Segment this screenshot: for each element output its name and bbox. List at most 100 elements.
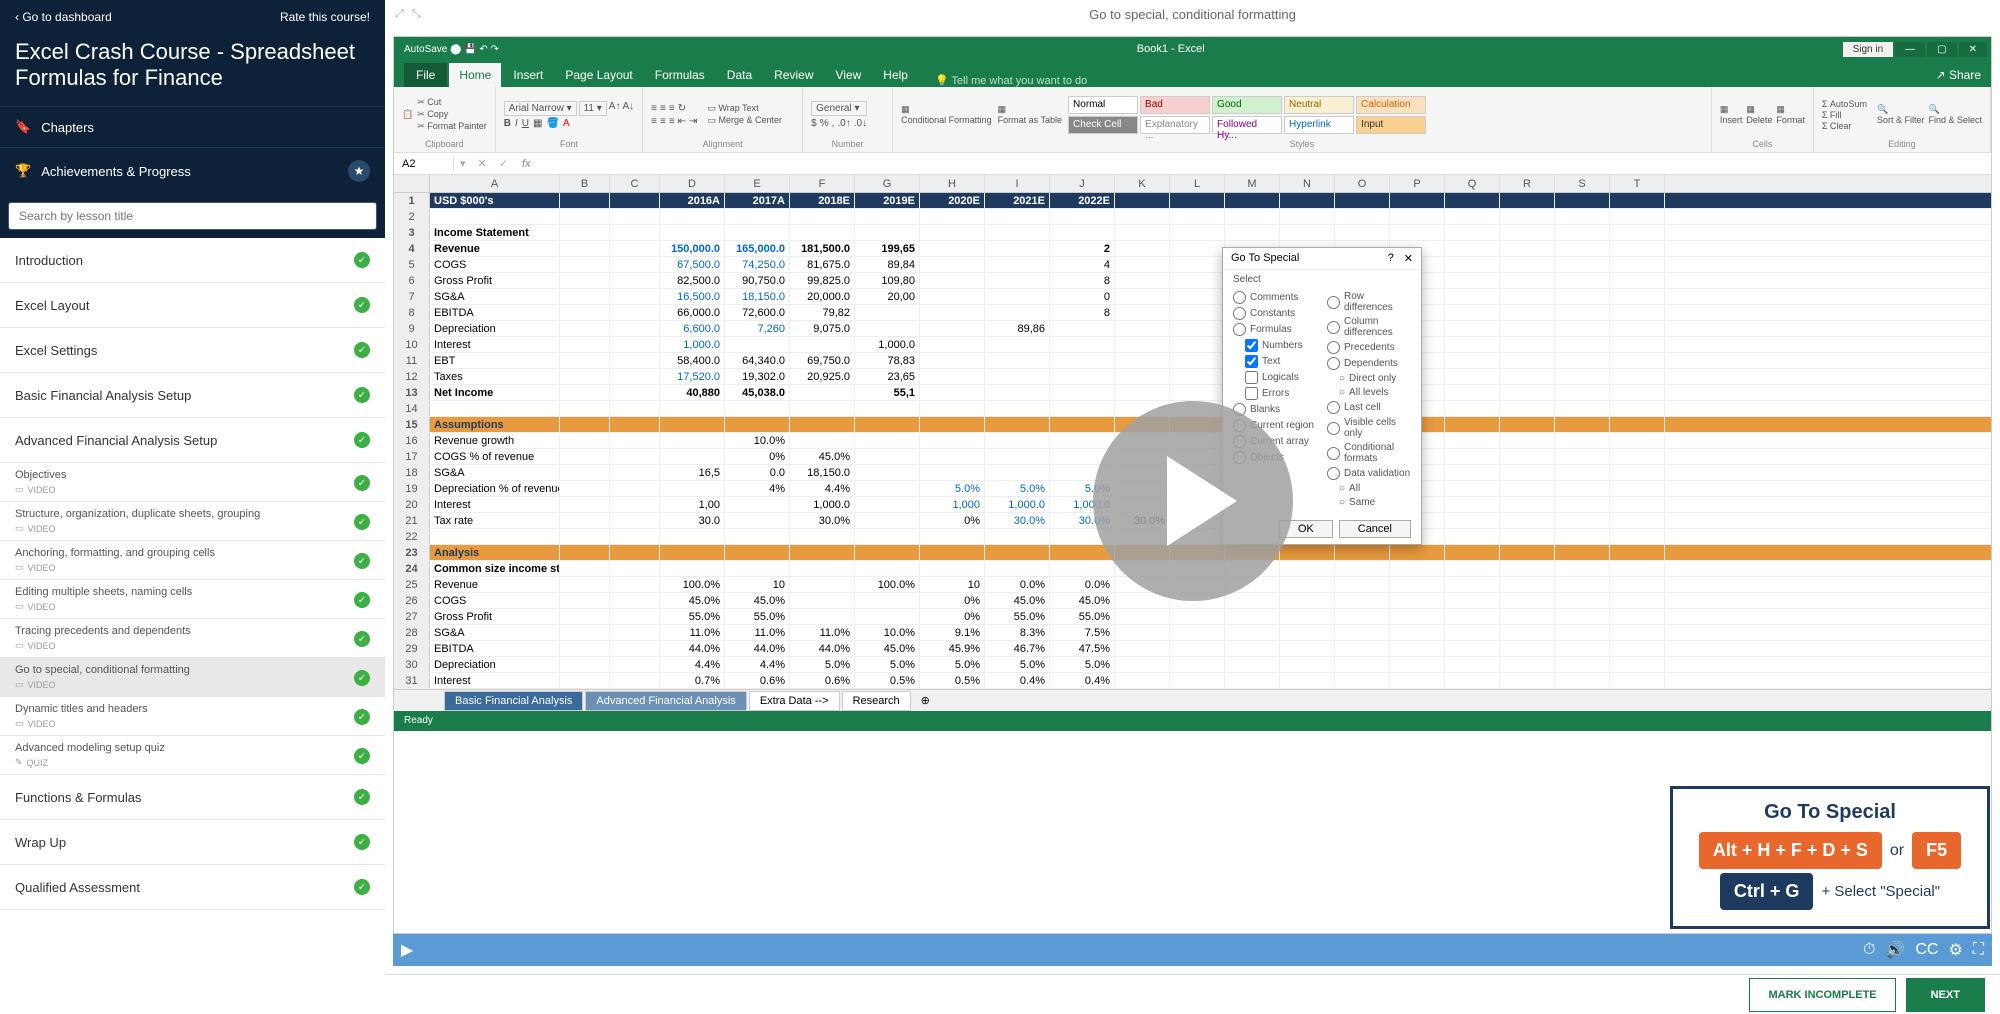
cell[interactable] — [985, 385, 1050, 400]
cell[interactable] — [1500, 433, 1555, 448]
cell[interactable] — [610, 257, 660, 272]
cell[interactable] — [855, 449, 920, 464]
sheet-tab[interactable]: Advanced Financial Analysis — [585, 691, 746, 711]
cell[interactable]: SG&A — [430, 625, 560, 640]
cell[interactable] — [1555, 321, 1610, 336]
cell[interactable] — [920, 385, 985, 400]
cell[interactable]: 150,000.0 — [660, 241, 725, 256]
cell[interactable]: 45.0% — [725, 593, 790, 608]
cell[interactable] — [1500, 577, 1555, 592]
dialog-option[interactable]: Last cell — [1327, 401, 1411, 414]
cell[interactable] — [1500, 209, 1555, 224]
cell[interactable] — [1445, 353, 1500, 368]
sub-lesson-item[interactable]: Tracing precedents and dependents▭ VIDEO… — [0, 619, 385, 658]
cell[interactable]: 1,000.0 — [855, 337, 920, 352]
cell[interactable] — [920, 257, 985, 272]
autosum-button[interactable]: Σ AutoSum — [1822, 99, 1867, 109]
cell[interactable] — [560, 417, 610, 432]
cell[interactable]: 2016A — [660, 193, 725, 208]
dialog-option[interactable]: Conditional formats — [1327, 442, 1411, 464]
col-header[interactable]: H — [920, 175, 985, 192]
cell[interactable] — [1335, 545, 1390, 560]
cell[interactable]: 1,000.0 — [985, 497, 1050, 512]
cell[interactable]: 30.0% — [985, 513, 1050, 528]
cell[interactable] — [560, 337, 610, 352]
cell[interactable] — [1610, 321, 1665, 336]
cell[interactable] — [1555, 369, 1610, 384]
cell[interactable]: 1,00 — [660, 497, 725, 512]
add-sheet-button[interactable]: ⊕ — [913, 694, 938, 707]
cell[interactable] — [1555, 609, 1610, 624]
cell[interactable]: 55.0% — [725, 609, 790, 624]
cell[interactable] — [560, 193, 610, 208]
cell[interactable] — [985, 561, 1050, 576]
cell[interactable]: 4.4% — [660, 657, 725, 672]
dialog-option[interactable]: Dependents — [1327, 357, 1411, 370]
cell[interactable] — [1170, 385, 1225, 400]
cell[interactable] — [1445, 673, 1500, 688]
cell[interactable]: COGS — [430, 593, 560, 608]
style-calculation[interactable]: Calculation — [1356, 96, 1426, 114]
cell[interactable] — [560, 225, 610, 240]
cell[interactable] — [610, 385, 660, 400]
cell[interactable] — [725, 401, 790, 416]
ribbon-tab-formulas[interactable]: Formulas — [645, 63, 715, 87]
cell[interactable]: 45.0% — [660, 593, 725, 608]
cell[interactable] — [560, 609, 610, 624]
format-as-table-button[interactable]: ▦Format as Table — [998, 104, 1062, 125]
sub-lesson-item[interactable]: Anchoring, formatting, and grouping cell… — [0, 541, 385, 580]
speed-icon[interactable]: ⏱ — [1863, 941, 1875, 959]
dialog-option[interactable]: Comments — [1233, 291, 1317, 304]
font-grow-icon[interactable]: A↑ — [609, 101, 621, 116]
cell[interactable]: 17,520.0 — [660, 369, 725, 384]
cell[interactable] — [920, 433, 985, 448]
cell[interactable]: 18,150.0 — [725, 289, 790, 304]
cell[interactable]: 4.4% — [790, 481, 855, 496]
cell[interactable] — [985, 209, 1050, 224]
cell[interactable]: 165,000.0 — [725, 241, 790, 256]
row-header[interactable]: 17 — [394, 449, 430, 464]
lesson-item[interactable]: Excel Layout✓ — [0, 283, 385, 328]
cell[interactable] — [790, 401, 855, 416]
mark-incomplete-button[interactable]: MARK INCOMPLETE — [1749, 978, 1895, 1012]
cell[interactable] — [610, 529, 660, 544]
cell[interactable] — [985, 257, 1050, 272]
col-header[interactable]: F — [790, 175, 855, 192]
lesson-item[interactable]: Basic Financial Analysis Setup✓ — [0, 373, 385, 418]
cell[interactable] — [1170, 609, 1225, 624]
cell[interactable] — [1170, 641, 1225, 656]
cell[interactable] — [1335, 625, 1390, 640]
cell[interactable] — [1170, 241, 1225, 256]
sub-lesson-item[interactable]: Editing multiple sheets, naming cells▭ V… — [0, 580, 385, 619]
cell[interactable] — [1390, 209, 1445, 224]
cell[interactable]: 58,400.0 — [660, 353, 725, 368]
cell[interactable] — [1280, 625, 1335, 640]
cell[interactable]: Interest — [430, 497, 560, 512]
cell[interactable] — [1500, 337, 1555, 352]
cell[interactable] — [1225, 593, 1280, 608]
cell[interactable]: 11.0% — [660, 625, 725, 640]
cell[interactable]: 46.7% — [985, 641, 1050, 656]
cell[interactable] — [660, 401, 725, 416]
indent-dec-icon[interactable]: ⇤ — [678, 116, 686, 127]
cell[interactable]: Revenue — [430, 241, 560, 256]
cell[interactable] — [1445, 609, 1500, 624]
cell[interactable] — [855, 321, 920, 336]
cell[interactable]: 7.5% — [1050, 625, 1115, 640]
cell[interactable] — [1115, 321, 1170, 336]
row-header[interactable]: 26 — [394, 593, 430, 608]
cell[interactable] — [1445, 241, 1500, 256]
cell[interactable] — [1115, 673, 1170, 688]
fx-cancel-icon[interactable]: ✕ — [472, 157, 493, 170]
align-top-icon[interactable]: ≡ — [651, 103, 657, 114]
col-header[interactable]: M — [1225, 175, 1280, 192]
cell[interactable] — [1500, 321, 1555, 336]
col-header[interactable]: B — [560, 175, 610, 192]
cell[interactable] — [560, 497, 610, 512]
cell[interactable] — [1445, 641, 1500, 656]
cell[interactable]: COGS % of revenue — [430, 449, 560, 464]
cell[interactable]: 5.0% — [1050, 657, 1115, 672]
cell[interactable]: 1,000.0 — [660, 337, 725, 352]
cell[interactable] — [1500, 241, 1555, 256]
cell[interactable]: 82,500.0 — [660, 273, 725, 288]
